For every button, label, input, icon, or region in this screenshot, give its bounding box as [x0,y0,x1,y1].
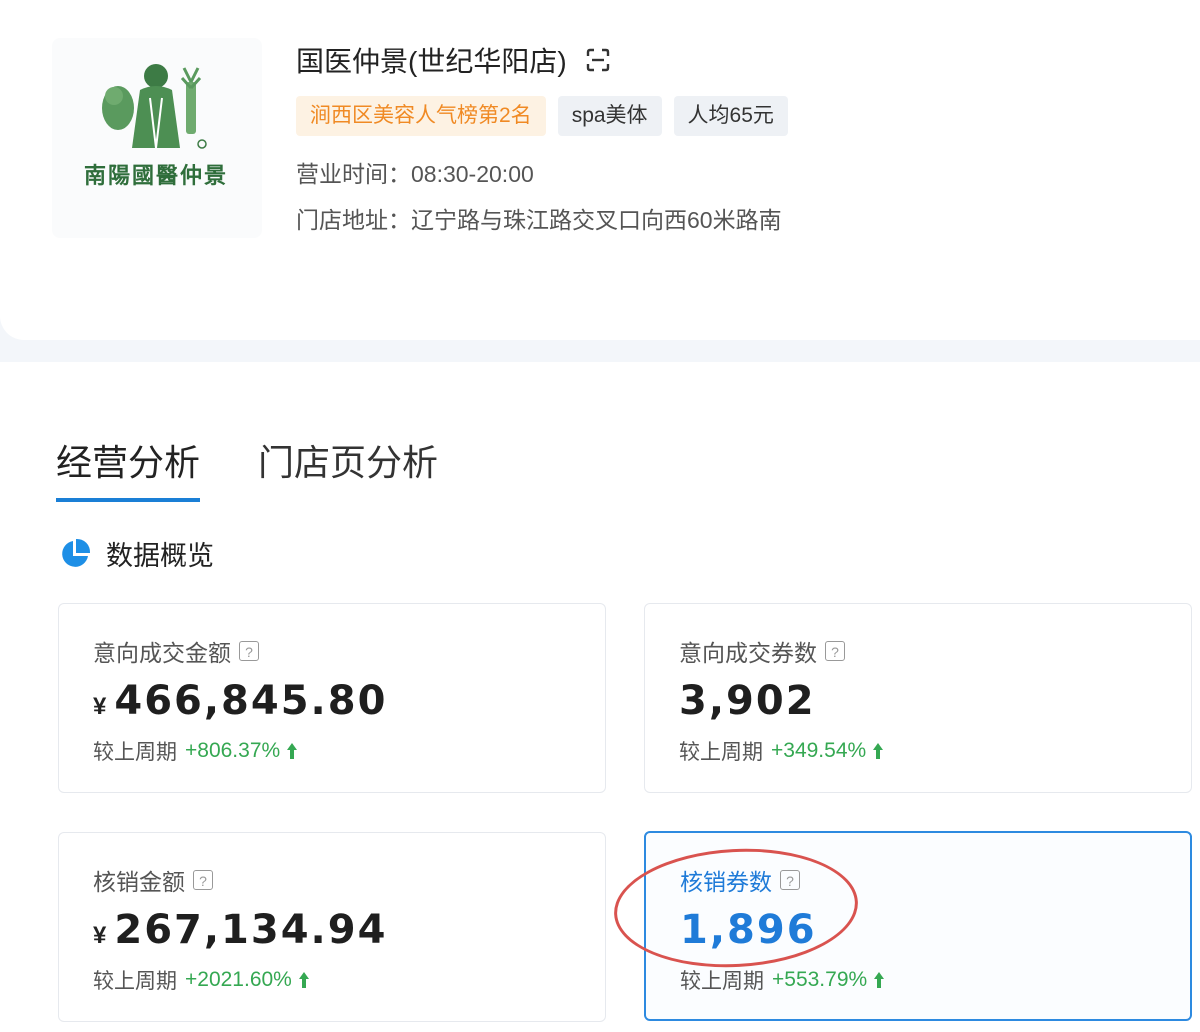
store-address-value: 辽宁路与珠江路交叉口向西60米路南 [411,207,782,233]
help-icon[interactable]: ? [193,870,213,890]
compare-label: 较上周期 [93,741,177,764]
data-overview-heading: 数据概览 [58,534,214,573]
business-hours: 营业时间：08:30-20:00 [296,155,534,189]
store-logo-figure-icon [102,64,207,149]
tag-category: spa美体 [557,96,662,136]
help-icon[interactable]: ? [825,641,845,661]
arrow-up-icon [298,972,309,988]
compare-value: +349.54% [771,739,867,762]
tag-avg-price: 人均65元 [673,96,788,136]
store-address-label: 门店地址： [296,207,411,233]
metric-value-row: ¥ 267,134.94 [93,907,571,953]
metric-value: 466,845.80 [114,678,388,724]
analysis-tabs: 经营分析 门店页分析 [56,434,496,502]
arrow-up-icon [287,743,298,759]
scan-icon[interactable] [585,47,611,73]
metric-compare: 较上周期 +806.37% [93,736,571,766]
compare-label: 较上周期 [680,970,764,993]
metric-label: 核销金额 [93,869,185,895]
metric-value-row: ¥ 466,845.80 [93,678,571,724]
tab-business-analysis[interactable]: 经营分析 [56,434,201,502]
business-hours-label: 营业时间： [296,161,411,187]
metric-card-intended-amount[interactable]: 意向成交金额 ? ¥ 466,845.80 较上周期 +806.37% [58,603,606,793]
metric-label: 意向成交金额 [93,640,231,666]
metric-label-row: 核销金额 ? [93,863,571,897]
store-tags: 涧西区美容人气榜第2名 spa美体 人均65元 [296,96,800,136]
compare-label: 较上周期 [679,741,763,764]
pie-chart-icon [62,538,91,567]
metric-compare: 较上周期 +349.54% [679,736,1157,766]
store-address: 门店地址：辽宁路与珠江路交叉口向西60米路南 [296,201,782,235]
metric-value-row: 3,902 [679,678,1157,724]
store-logo-text: 南陽國醫仲景 [83,163,228,189]
metric-card-redeemed-amount[interactable]: 核销金额 ? ¥ 267,134.94 较上周期 +2021.60% [58,832,606,1022]
business-hours-value: 08:30-20:00 [411,161,534,187]
metric-label-row: 意向成交券数 ? [679,634,1157,668]
tab-store-page-analysis[interactable]: 门店页分析 [258,434,438,502]
arrow-up-icon [874,972,885,988]
store-header-card: 南陽國醫仲景 国医仲景(世纪华阳店) 涧西区美容人气榜第2名 spa美体 人均6… [0,0,1200,340]
store-title-row: 国医仲景(世纪华阳店) [296,40,611,80]
metric-compare: 较上周期 +2021.60% [93,965,571,995]
store-name: 国医仲景(世纪华阳店) [296,46,567,77]
compare-value: +2021.60% [185,968,292,991]
metric-compare: 较上周期 +553.79% [680,965,1156,995]
compare-value: +806.37% [185,739,281,762]
metric-value: 3,902 [679,678,816,724]
metric-card-intended-coupons[interactable]: 意向成交券数 ? 3,902 较上周期 +349.54% [644,603,1192,793]
store-logo: 南陽國醫仲景 [52,38,262,238]
help-icon[interactable]: ? [239,641,259,661]
currency-symbol: ¥ [93,922,107,949]
compare-label: 较上周期 [93,970,177,993]
data-overview-title: 数据概览 [106,541,214,571]
metric-label-row: 意向成交金额 ? [93,634,571,668]
metric-value: 267,134.94 [114,907,388,953]
arrow-up-icon [873,743,884,759]
tag-ranking[interactable]: 涧西区美容人气榜第2名 [296,96,546,136]
metric-label: 意向成交券数 [679,640,817,666]
currency-symbol: ¥ [93,693,107,720]
compare-value: +553.79% [772,968,868,991]
